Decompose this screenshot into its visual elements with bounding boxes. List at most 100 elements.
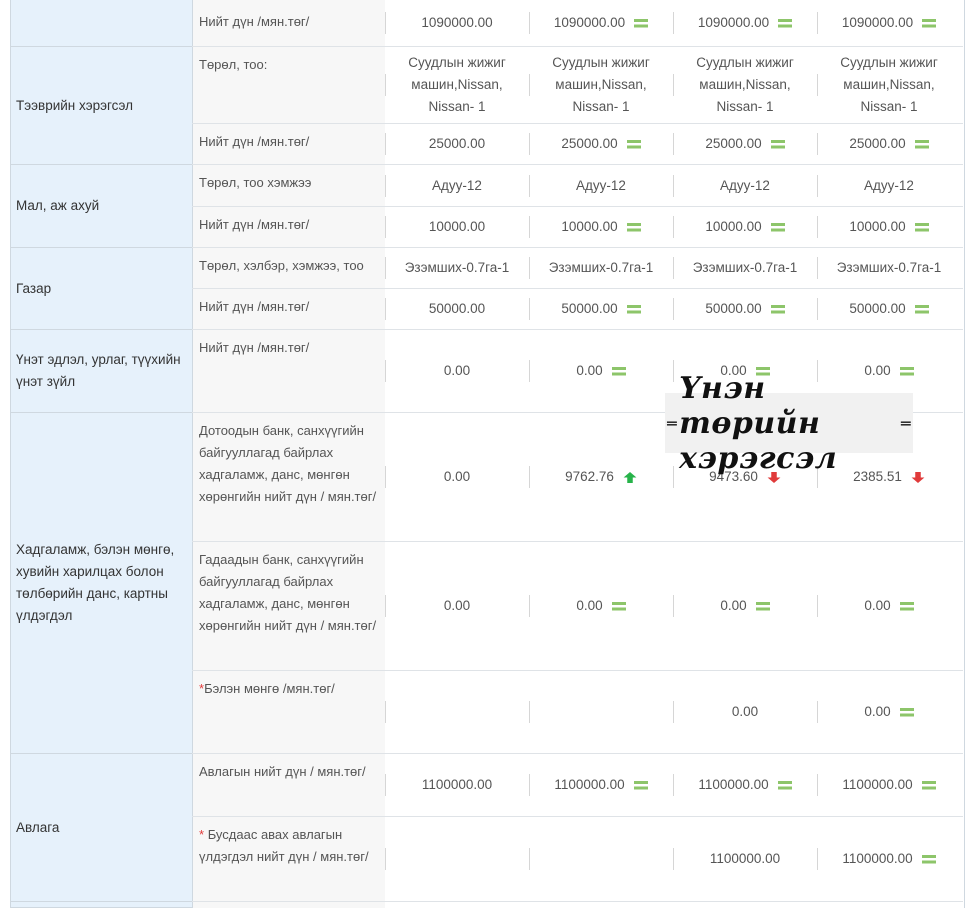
table-row [192,902,963,908]
value-cell: Эзэмших-0.7га-1 [817,248,961,288]
row-label: *Бэлэн мөнгө /мян.төг/ [192,671,385,753]
value-cell: 1090000.00 [817,0,961,46]
value-cell: 1100000.00 [673,754,817,816]
row-label: Нийт дүн /мян.төг/ [192,0,385,46]
row-label [192,902,385,908]
equal-icon [770,304,785,313]
equal-icon [626,304,641,313]
equal-icon [914,222,929,231]
watermark-logo: ═ Үнэн төрийн хэрэгсэл ═ [665,370,913,476]
category-vehicles: Тээврийн хэрэгсэл [11,47,192,165]
row-label: Авлагын нийт дүн / мян.төг/ [192,754,385,816]
value-cell: Суудлын жижиг машин,Nissan, Nissan- 1 [385,47,529,123]
table-row: Нийт дүн /мян.төг/ 1090000.00 1090000.00… [192,0,963,47]
value-cell: 0.00 [385,413,529,541]
value-cell [529,817,673,901]
equal-icon [633,780,648,789]
value-cell: 0.00 [817,671,961,753]
equal-icon [777,780,792,789]
equal-icon [922,18,937,27]
table-row: Төрөл, хэлбэр, хэмжээ, тоо Эзэмших-0.7га… [192,248,963,289]
arrow-down-icon [911,471,925,483]
value-cell: 0.00 [529,542,673,670]
equal-icon [611,601,626,610]
table-row: Төрөл, тоо хэмжээ Адуу-12 Адуу-12 Адуу-1… [192,165,963,207]
value-cell: 25000.00 [385,124,529,164]
equal-icon [899,601,914,610]
value-cell: 50000.00 [673,289,817,329]
row-label: Төрөл, хэлбэр, хэмжээ, тоо [192,248,385,288]
value-cell: 10000.00 [673,207,817,247]
row-label: * Бусдаас авах авлагын үлдэгдэл нийт дүн… [192,817,385,901]
value-cell: 25000.00 [529,124,673,164]
arrow-up-icon [623,471,637,483]
value-cell: 10000.00 [385,207,529,247]
row-label: Дотоодын банк, санхүүгийн байгууллагад б… [192,413,385,541]
value-cell: 50000.00 [385,289,529,329]
value-cell: Эзэмших-0.7га-1 [529,248,673,288]
value-cell: 1090000.00 [529,0,673,46]
row-label: Төрөл, тоо: [192,47,385,123]
value-cell: Адуу-12 [817,165,961,206]
equal-icon [778,18,793,27]
table-row: Нийт дүн /мян.төг/ 50000.00 50000.00 500… [192,289,963,330]
table-row: * Бусдаас авах авлагын үлдэгдэл нийт дүн… [192,817,963,902]
equal-icon [626,139,641,148]
row-label: Нийт дүн /мян.төг/ [192,207,385,247]
value-cell [385,671,529,753]
value-cell: 10000.00 [817,207,961,247]
table-row: *Бэлэн мөнгө /мян.төг/ 0.00 0.00 [192,671,963,754]
value-cell: 0.00 [817,542,961,670]
category-livestock: Мал, аж ахуй [11,165,192,248]
equal-icon [899,707,914,716]
value-cell: 25000.00 [673,124,817,164]
value-cell: 1100000.00 [385,754,529,816]
value-cell: Адуу-12 [385,165,529,206]
value-cell: 1090000.00 [385,0,529,46]
equal-icon [899,366,914,375]
value-cell: 1100000.00 [529,754,673,816]
category-savings: Хадгаламж, бэлэн мөнгө, хувийн харилцах … [11,413,192,754]
row-label: Гадаадын банк, санхүүгийн байгууллагад б… [192,542,385,670]
value-cell: 0.00 [385,542,529,670]
category-land: Газар [11,248,192,330]
value-cell: Суудлын жижиг машин,Nissan, Nissan- 1 [817,47,961,123]
value-cell [529,671,673,753]
table-row: Нийт дүн /мян.төг/ 10000.00 10000.00 100… [192,207,963,248]
table-row: Нийт дүн /мян.төг/ 25000.00 25000.00 250… [192,124,963,165]
row-label: Нийт дүн /мян.төг/ [192,330,385,412]
category-cell-previous [11,0,192,47]
value-cell: 50000.00 [817,289,961,329]
equal-icon [770,139,785,148]
table-row: Гадаадын банк, санхүүгийн байгууллагад б… [192,542,963,671]
value-cell: 1100000.00 [817,817,961,901]
category-valuables: Үнэт эдлэл, урлаг, түүхийн үнэт зүйл [11,330,192,413]
category-cell-next [11,902,192,908]
value-cell: 0.00 [673,542,817,670]
equal-icon [634,18,649,27]
row-label: Нийт дүн /мян.төг/ [192,289,385,329]
value-cell: 50000.00 [529,289,673,329]
equal-icon [770,222,785,231]
table-row: Төрөл, тоо: Суудлын жижиг машин,Nissan, … [192,47,963,124]
equal-icon [611,366,626,375]
value-cell: 0.00 [385,330,529,412]
row-label: Төрөл, тоо хэмжээ [192,165,385,206]
value-cell: Суудлын жижиг машин,Nissan, Nissan- 1 [673,47,817,123]
value-cell: Суудлын жижиг машин,Nissan, Nissan- 1 [529,47,673,123]
required-mark: * [199,827,205,842]
value-cell: Эзэмших-0.7га-1 [673,248,817,288]
equal-icon [914,304,929,313]
value-cell: Эзэмших-0.7га-1 [385,248,529,288]
value-cell: Адуу-12 [673,165,817,206]
value-cell: 1100000.00 [673,817,817,901]
row-label: Нийт дүн /мян.төг/ [192,124,385,164]
value-cell [385,817,529,901]
value-cell: 1090000.00 [673,0,817,46]
value-cell: 1100000.00 [817,754,961,816]
table-row: Авлагын нийт дүн / мян.төг/ 1100000.00 1… [192,754,963,817]
value-cell: 0.00 [529,330,673,412]
equal-icon [626,222,641,231]
equal-icon [921,854,936,863]
value-cell: 25000.00 [817,124,961,164]
